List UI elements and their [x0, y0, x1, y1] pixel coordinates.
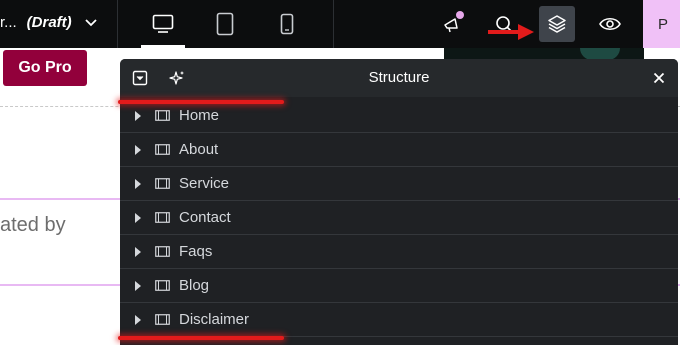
expand-caret-icon[interactable] — [135, 111, 141, 121]
divider — [117, 0, 118, 48]
structure-item-about[interactable]: About — [120, 133, 678, 167]
structure-item-service[interactable]: Service — [120, 167, 678, 201]
expand-caret-icon[interactable] — [135, 145, 141, 155]
section-icon — [155, 212, 170, 223]
annotation-line-bottom — [118, 336, 284, 340]
eye-icon — [599, 17, 621, 31]
structure-item-disclaimer[interactable]: Disclaimer — [120, 303, 678, 337]
panel-title: Structure — [368, 69, 430, 86]
close-icon — [653, 72, 665, 84]
section-icon — [155, 144, 170, 155]
structure-button[interactable] — [539, 6, 575, 42]
expand-caret-icon[interactable] — [135, 247, 141, 257]
document-title[interactable]: r... (Draft) — [0, 14, 72, 31]
section-icon — [155, 314, 170, 325]
annotation-line-top — [118, 100, 284, 104]
section-icon — [155, 246, 170, 257]
structure-item-faqs[interactable]: Faqs — [120, 235, 678, 269]
layers-icon — [548, 15, 566, 33]
structure-panel-header: Structure — [120, 59, 678, 97]
preview-button[interactable] — [592, 6, 628, 42]
structure-item-label: Disclaimer — [179, 311, 250, 328]
mobile-view-button[interactable] — [257, 0, 317, 48]
structure-item-label: About — [179, 141, 219, 158]
section-icon — [155, 280, 170, 291]
expand-caret-icon[interactable] — [135, 315, 141, 325]
tablet-view-button[interactable] — [195, 0, 255, 48]
structure-item-label: Contact — [179, 209, 231, 226]
section-icon — [155, 110, 170, 121]
tablet-icon — [216, 12, 234, 36]
publish-button[interactable]: P — [643, 0, 680, 48]
mobile-icon — [280, 13, 294, 35]
expand-caret-icon[interactable] — [135, 179, 141, 189]
structure-item-contact[interactable]: Contact — [120, 201, 678, 235]
expand-caret-icon[interactable] — [135, 281, 141, 291]
title-fragment: r... — [0, 14, 17, 31]
notification-dot — [456, 11, 464, 19]
structure-item-home[interactable]: Home — [120, 99, 678, 133]
chevron-down-icon[interactable] — [84, 16, 98, 30]
close-panel-button[interactable] — [650, 69, 668, 87]
go-pro-button[interactable]: Go Pro — [3, 50, 87, 86]
structure-item-blog[interactable]: Blog — [120, 269, 678, 303]
divider — [333, 0, 334, 48]
editor-top-bar: r... (Draft) P — [0, 0, 680, 48]
desktop-view-button[interactable] — [133, 0, 193, 48]
draft-status: (Draft) — [26, 14, 72, 31]
page-text-fragment: ated by — [0, 214, 66, 236]
publish-label: P — [658, 16, 669, 33]
whats-new-button[interactable] — [434, 6, 470, 42]
structure-item-label: Home — [179, 107, 220, 124]
structure-item-label: Blog — [179, 277, 210, 294]
desktop-icon — [152, 14, 174, 33]
structure-item-label: Faqs — [179, 243, 213, 260]
structure-item-label: Service — [179, 175, 230, 192]
section-icon — [155, 178, 170, 189]
annotation-arrow-icon — [488, 24, 534, 40]
expand-caret-icon[interactable] — [135, 213, 141, 223]
